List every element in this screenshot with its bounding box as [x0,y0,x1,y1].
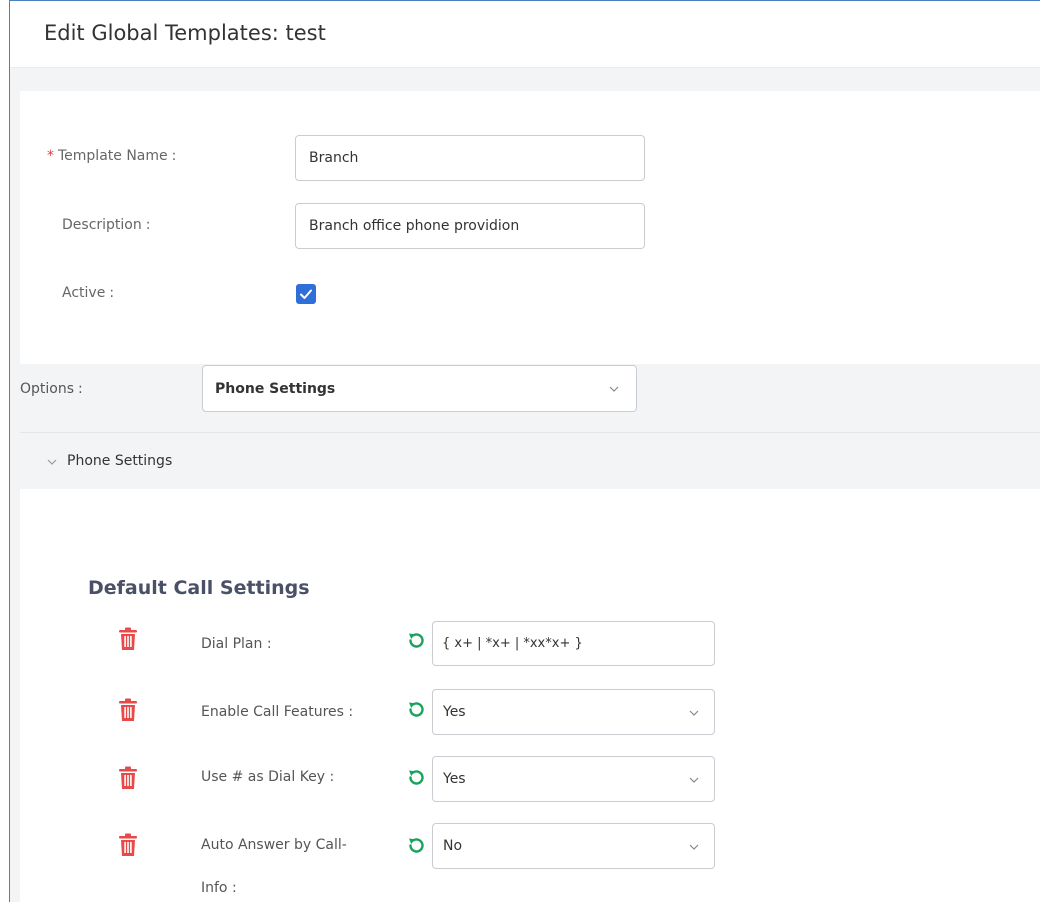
enable-call-features-select[interactable]: Yes [432,689,715,735]
reset-icon[interactable] [406,836,426,860]
options-selected-value: Phone Settings [215,381,336,397]
template-name-label: * Template Name: [47,148,176,164]
dial-plan-label: Dial Plan : [201,636,272,652]
template-name-colon: : [171,148,177,164]
chevron-down-icon [689,844,699,850]
description-colon: : [145,217,151,233]
reset-icon[interactable] [406,700,426,724]
chevron-down-icon [689,710,699,716]
panel-header[interactable]: Phone Settings [20,433,1040,489]
options-label: Options: [20,381,83,397]
page-header: Edit Global Templates: test [10,1,1040,68]
use-hash-dial-key-select[interactable]: Yes [432,756,715,802]
options-label-text: Options [20,381,75,397]
reset-icon[interactable] [406,768,426,792]
delete-trash-icon[interactable] [118,766,138,794]
collapse-chevron-icon [47,459,57,465]
delete-trash-icon[interactable] [118,698,138,726]
chevron-down-icon [609,386,619,392]
reset-icon[interactable] [406,631,426,655]
active-colon: : [109,285,115,301]
dial-plan-input[interactable]: { x+ | *x+ | *xx*x+ } [432,621,715,666]
delete-trash-icon[interactable] [118,833,138,861]
select-value: Yes [443,704,466,720]
auto-answer-label-line2: Info : [201,880,237,896]
active-label-text: Active [62,285,106,301]
page-title: Edit Global Templates: test [44,21,326,45]
checkmark-icon [300,289,312,299]
select-value: Yes [443,771,466,787]
options-select[interactable]: Phone Settings [202,365,637,412]
active-checkbox[interactable] [296,284,316,304]
options-colon: : [78,381,83,397]
panel-title: Phone Settings [67,453,173,469]
enable-call-features-label: Enable Call Features : [201,704,354,720]
chevron-down-icon [689,777,699,783]
required-marker: * [47,148,54,164]
auto-answer-label-line1: Auto Answer by Call- [201,837,347,853]
section-title: Default Call Settings [88,577,310,599]
auto-answer-select[interactable]: No [432,823,715,869]
description-input[interactable]: Branch office phone providion [295,203,645,249]
template-name-label-text: Template Name [58,148,168,164]
template-name-input[interactable]: Branch [295,135,645,181]
description-label: Description: [62,217,150,233]
delete-trash-icon[interactable] [118,627,138,655]
description-label-text: Description [62,217,142,233]
active-label: Active: [62,285,114,301]
use-hash-dial-key-label: Use # as Dial Key : [201,769,335,785]
select-value: No [443,838,463,854]
